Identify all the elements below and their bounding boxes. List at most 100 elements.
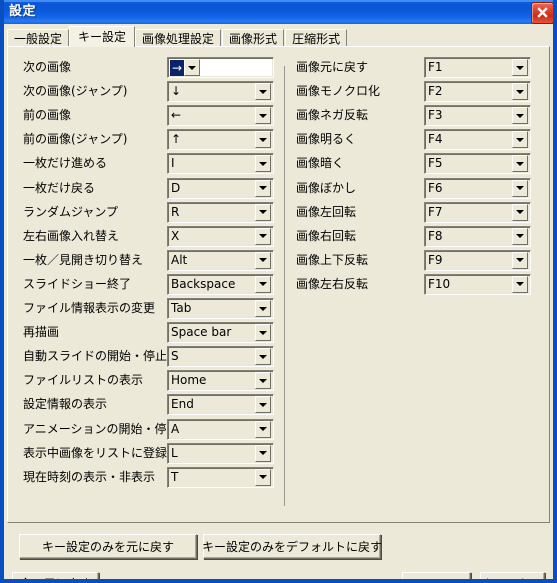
ok-button[interactable]: OK xyxy=(402,572,471,579)
key-combobox[interactable]: Backspace xyxy=(167,273,274,295)
chevron-down-icon[interactable] xyxy=(255,324,271,342)
key-combobox[interactable]: F4 xyxy=(424,129,531,151)
reset-all-button[interactable]: 全て元に戻す xyxy=(12,572,99,579)
title-bar[interactable]: 設定 xyxy=(4,0,553,24)
chevron-down-icon[interactable] xyxy=(255,179,271,197)
key-combobox[interactable]: S xyxy=(167,346,274,368)
key-combobox-value: A xyxy=(171,421,180,436)
chevron-down-icon[interactable] xyxy=(512,83,528,101)
chevron-down-icon[interactable] xyxy=(255,420,271,438)
chevron-down-icon[interactable] xyxy=(255,203,271,221)
tab-3[interactable]: 画像形式 xyxy=(222,29,285,47)
chevron-down-icon[interactable] xyxy=(255,227,271,245)
key-combobox[interactable]: X xyxy=(167,225,274,247)
setting-row: 左右画像入れ替え xyxy=(23,226,119,247)
key-combobox[interactable]: End xyxy=(167,394,274,416)
chevron-down-icon[interactable] xyxy=(512,59,528,76)
setting-row: アニメーションの開始・停止 xyxy=(23,419,179,440)
setting-label: アニメーションの開始・停止 xyxy=(23,421,179,436)
tab-0[interactable]: 一般設定 xyxy=(7,29,70,47)
chevron-down-icon[interactable] xyxy=(255,444,271,462)
key-combobox-value: D xyxy=(171,180,181,195)
cancel-button[interactable]: キャンセル xyxy=(480,572,545,579)
setting-label: ファイル情報表示の変更 xyxy=(23,301,156,315)
chevron-down-icon[interactable] xyxy=(255,155,271,173)
close-button[interactable] xyxy=(531,2,553,24)
chevron-down-glyph xyxy=(259,330,267,335)
tab-1[interactable]: キー設定 xyxy=(69,26,136,47)
chevron-down-icon[interactable] xyxy=(255,396,271,414)
tab-2[interactable]: 画像処理設定 xyxy=(135,29,222,47)
chevron-down-glyph xyxy=(516,89,524,94)
key-combobox[interactable]: ↓ xyxy=(167,81,274,103)
chevron-down-icon[interactable] xyxy=(255,275,271,293)
chevron-down-icon[interactable] xyxy=(255,131,271,149)
setting-row: 現在時刻の表示・非表示 xyxy=(23,467,155,488)
key-combobox-value: ↑ xyxy=(171,132,182,147)
chevron-down-icon[interactable] xyxy=(512,131,528,149)
chevron-down-icon[interactable] xyxy=(255,348,271,366)
key-combobox[interactable]: Home xyxy=(167,370,274,392)
setting-row: 画像上下反転 xyxy=(296,250,368,271)
key-combobox[interactable]: → xyxy=(167,57,274,78)
chevron-down-icon[interactable] xyxy=(512,251,528,269)
setting-label: 自動スライドの開始・停止 xyxy=(23,349,168,364)
chevron-down-icon[interactable] xyxy=(512,107,528,125)
chevron-down-icon[interactable] xyxy=(512,179,528,197)
setting-label: 表示中画像をリストに登録 xyxy=(23,445,168,460)
key-combobox[interactable]: F2 xyxy=(424,81,531,103)
key-combobox[interactable]: ↑ xyxy=(167,129,274,151)
key-combobox-value: Backspace xyxy=(171,276,236,291)
key-combobox[interactable]: L xyxy=(167,442,274,464)
chevron-down-glyph xyxy=(516,282,524,287)
setting-label: 設定情報の表示 xyxy=(23,397,108,412)
key-combobox[interactable]: R xyxy=(167,201,274,223)
setting-label: 現在時刻の表示・非表示 xyxy=(23,469,156,484)
chevron-down-icon[interactable] xyxy=(255,251,271,269)
setting-row: 一枚だけ戻る xyxy=(23,178,95,199)
chevron-down-glyph xyxy=(259,210,267,215)
key-combobox[interactable]: Tab xyxy=(167,298,274,319)
setting-row: 画像左回転 xyxy=(296,202,356,223)
key-combobox[interactable]: F8 xyxy=(424,225,531,247)
chevron-down-glyph xyxy=(259,186,267,190)
key-combobox[interactable]: F9 xyxy=(424,249,531,271)
setting-row: 画像元に戻す xyxy=(296,57,368,78)
key-combobox[interactable]: T xyxy=(167,466,274,488)
chevron-down-glyph xyxy=(188,65,197,70)
chevron-down-icon[interactable] xyxy=(255,83,271,101)
column-divider xyxy=(284,66,285,506)
key-combobox[interactable]: Space bar xyxy=(167,322,274,344)
key-combobox-value: F8 xyxy=(428,228,443,243)
chevron-down-icon[interactable] xyxy=(512,203,528,221)
chevron-down-icon[interactable] xyxy=(512,155,528,173)
key-combobox[interactable]: D xyxy=(167,177,274,199)
default-key-settings-button[interactable]: キー設定のみをデフォルトに戻す xyxy=(202,534,382,559)
tab-4[interactable]: 圧縮形式 xyxy=(285,29,348,47)
key-combobox[interactable]: F7 xyxy=(424,201,531,223)
setting-label: 前の画像 xyxy=(23,108,72,123)
key-combobox[interactable]: Alt xyxy=(167,249,274,271)
setting-row: ファイルリストの表示 xyxy=(23,370,143,391)
key-combobox[interactable]: F3 xyxy=(424,105,531,127)
key-combobox[interactable]: ← xyxy=(167,105,274,127)
chevron-down-icon[interactable] xyxy=(255,468,271,486)
key-combobox[interactable]: I xyxy=(167,153,274,175)
key-combobox[interactable]: F1 xyxy=(424,57,531,78)
chevron-down-icon[interactable] xyxy=(255,300,271,317)
chevron-down-icon[interactable] xyxy=(255,372,271,390)
key-combobox-value: Tab xyxy=(171,301,192,315)
chevron-down-icon[interactable] xyxy=(512,275,528,293)
reset-key-settings-button[interactable]: キー設定のみを元に戻す xyxy=(19,534,197,559)
key-combobox-value: Space bar xyxy=(171,325,232,340)
key-combobox[interactable]: F10 xyxy=(424,273,531,295)
chevron-down-icon[interactable] xyxy=(184,59,201,76)
key-combobox[interactable]: F5 xyxy=(424,153,531,175)
key-combobox[interactable]: A xyxy=(167,418,274,440)
title-bar-highlight xyxy=(4,0,553,2)
chevron-down-icon[interactable] xyxy=(512,227,528,245)
chevron-down-icon[interactable] xyxy=(255,107,271,125)
key-combobox[interactable]: F6 xyxy=(424,177,531,199)
key-combobox-value: F10 xyxy=(428,276,451,291)
setting-label: 画像右回転 xyxy=(296,228,357,243)
